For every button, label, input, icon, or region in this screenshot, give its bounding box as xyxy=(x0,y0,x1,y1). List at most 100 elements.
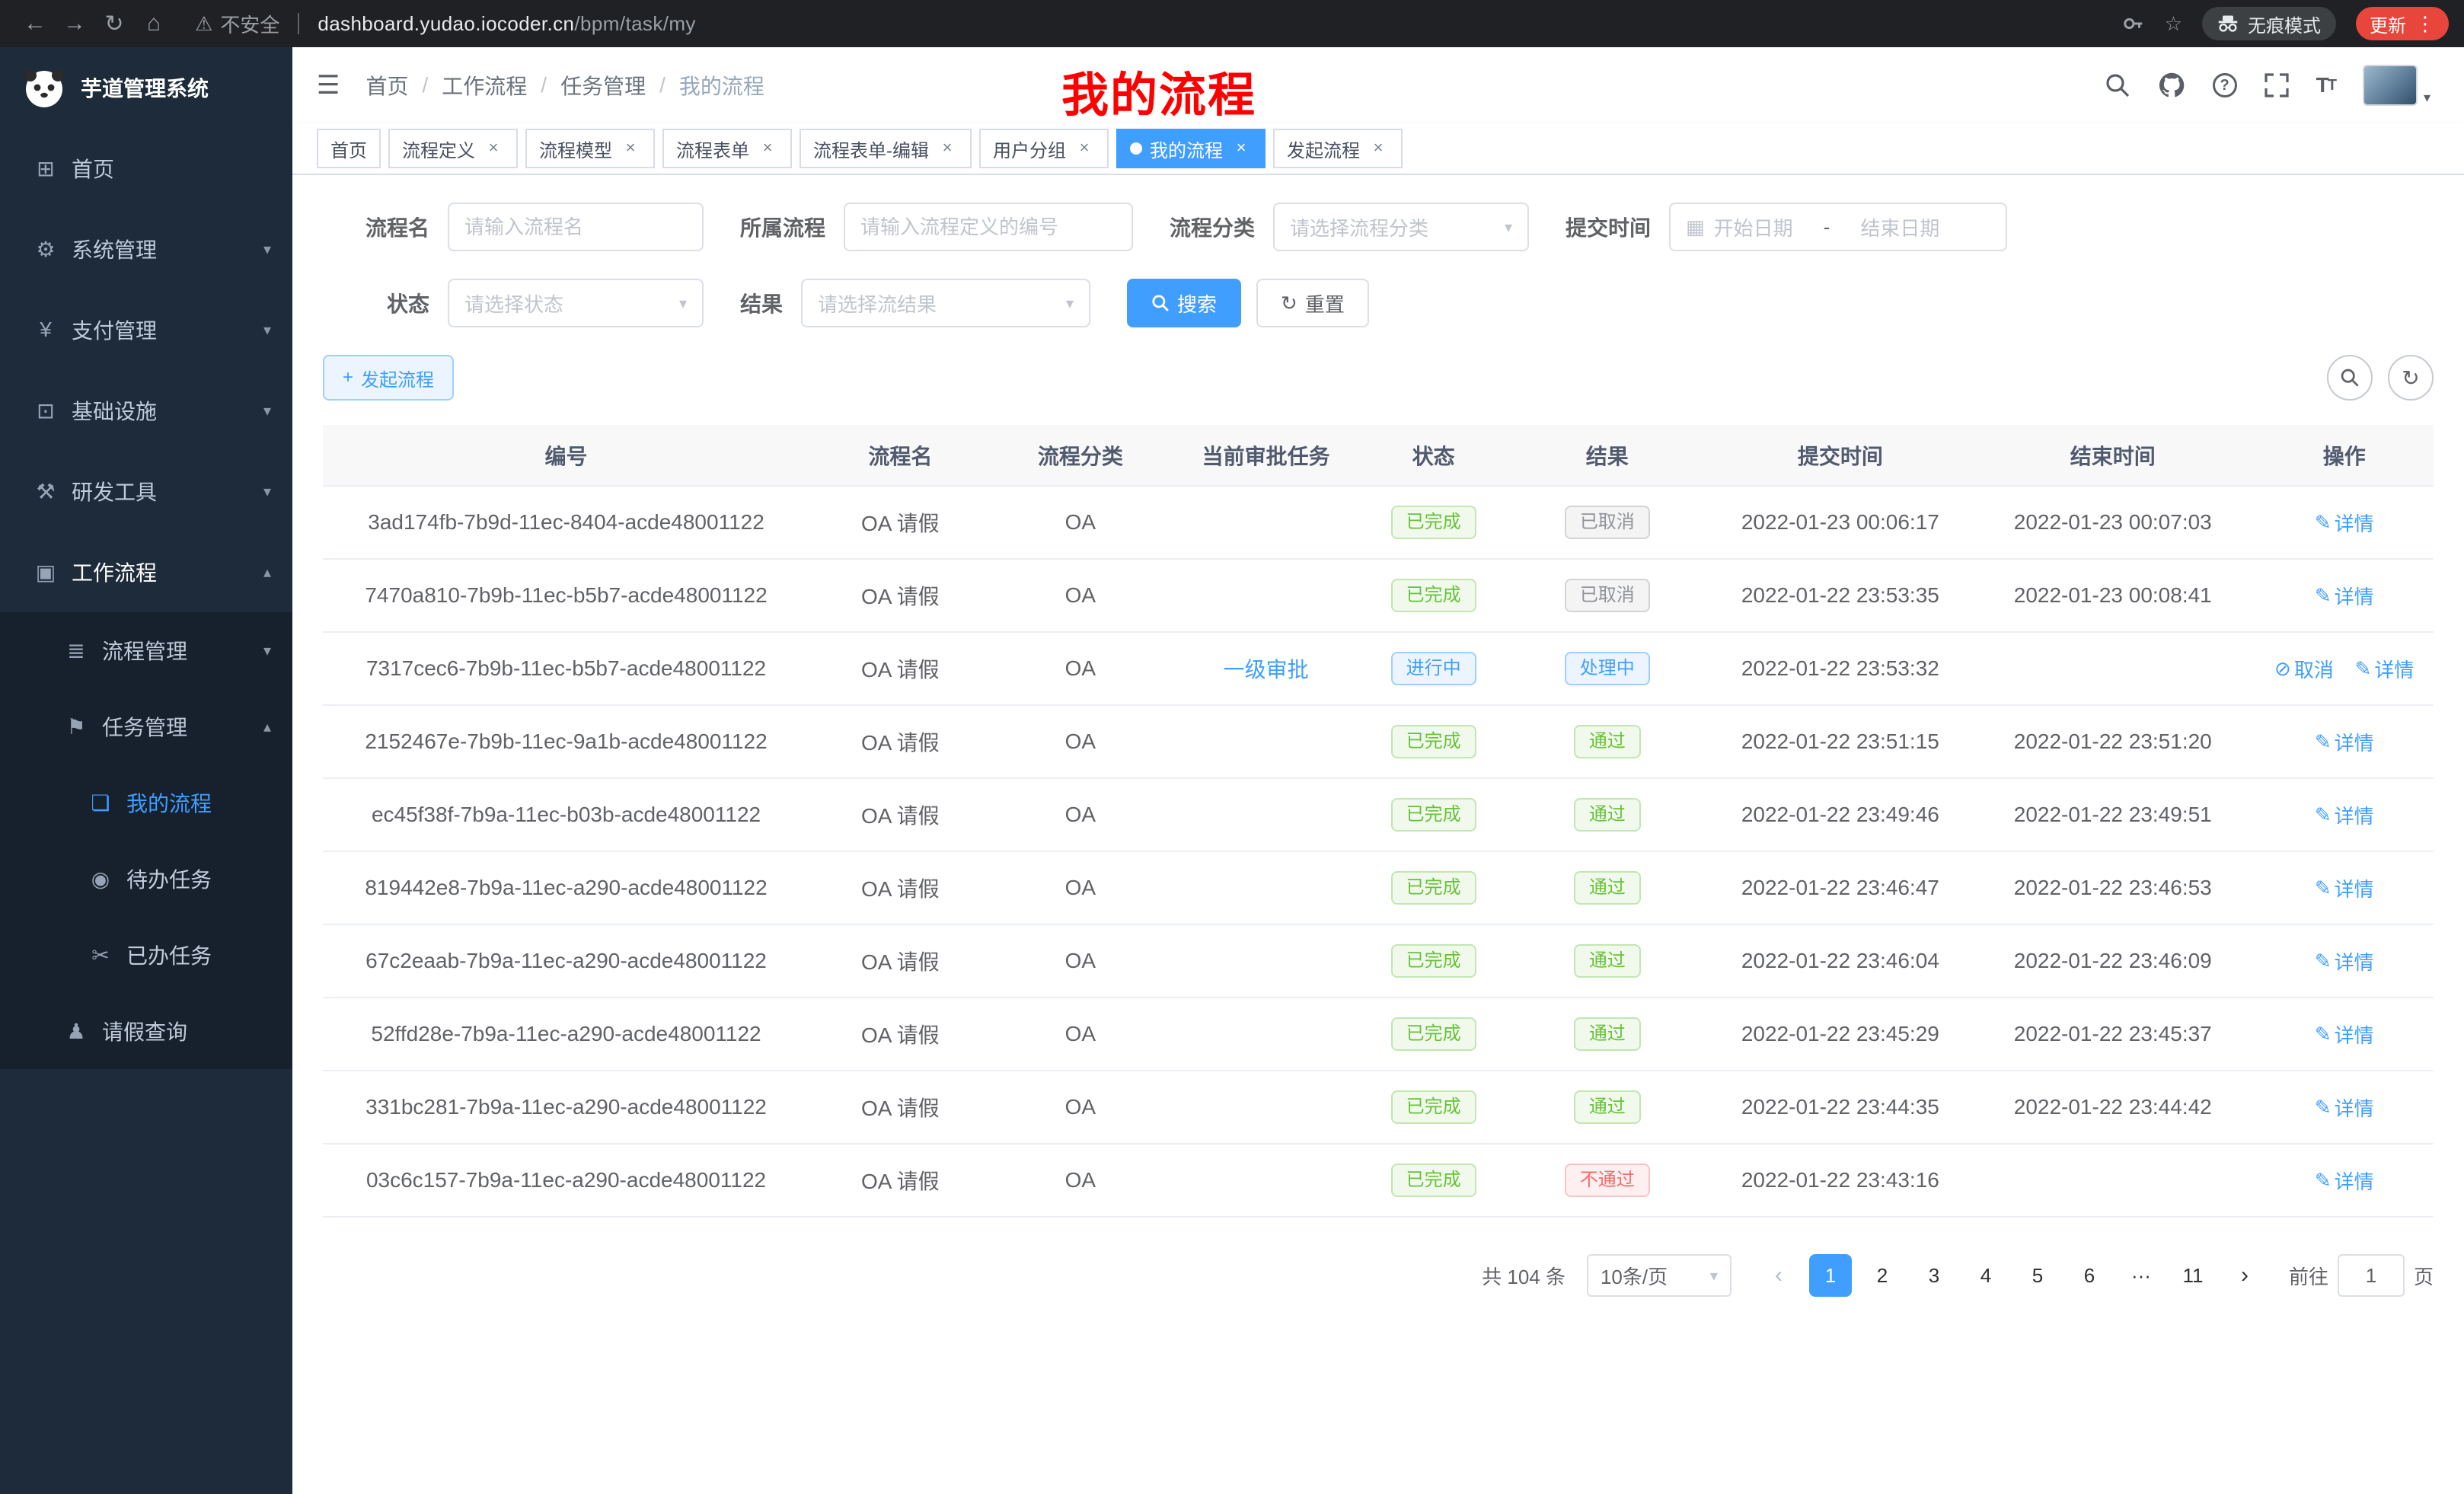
cell-end-time: 2022-01-22 23:46:09 xyxy=(1971,924,2255,998)
browser-reload-icon[interactable]: ↻ xyxy=(94,11,134,37)
breadcrumb-item[interactable]: 工作流程 xyxy=(442,70,527,101)
sidebar-item-home[interactable]: ⊞ 首页 xyxy=(0,128,292,209)
close-icon[interactable]: × xyxy=(757,138,778,159)
search-icon[interactable] xyxy=(2105,72,2130,98)
sidebar-item-payment[interactable]: ¥ 支付管理 ▾ xyxy=(0,289,292,370)
sidebar-item-done-tasks[interactable]: ✂ 已办任务 xyxy=(0,917,292,993)
page-button[interactable]: 3 xyxy=(1913,1254,1955,1297)
process-def-field[interactable] xyxy=(860,215,1116,239)
cell-category: OA xyxy=(991,559,1170,632)
table-row: 819442e8-7b9a-11ec-a290-acde48001122 OA … xyxy=(323,851,2434,924)
detail-link[interactable]: ✎详情 xyxy=(2315,874,2374,902)
cell-end-time: 2022-01-23 00:08:41 xyxy=(1971,559,2255,632)
github-icon[interactable] xyxy=(2158,72,2185,99)
page-size-select[interactable]: 10条/页 ▾ xyxy=(1587,1254,1732,1297)
result-select[interactable]: 请选择流结果 ▾ xyxy=(801,279,1090,327)
avatar[interactable] xyxy=(2363,65,2418,106)
tab-my-process[interactable]: 我的流程 × xyxy=(1116,129,1266,168)
sidebar-item-devtools[interactable]: ⚒ 研发工具 ▾ xyxy=(0,451,292,532)
detail-link[interactable]: ✎详情 xyxy=(2315,582,2374,610)
detail-link[interactable]: ✎详情 xyxy=(2315,509,2374,537)
chevron-down-icon: ▾ xyxy=(679,294,687,313)
tab-process-definition[interactable]: 流程定义 × xyxy=(388,129,518,168)
detail-link[interactable]: ✎详情 xyxy=(2315,947,2374,975)
cell-name: OA 请假 xyxy=(809,486,991,559)
toggle-search-button[interactable] xyxy=(2327,355,2373,401)
tab-process-form-edit[interactable]: 流程表单-编辑 × xyxy=(800,129,972,168)
close-icon[interactable]: × xyxy=(620,138,641,159)
detail-link[interactable]: ✎详情 xyxy=(2315,1167,2374,1195)
page-button[interactable]: 5 xyxy=(2016,1254,2059,1297)
process-def-input[interactable] xyxy=(844,203,1133,251)
submit-time-range-picker[interactable]: ▦ 开始日期 - 结束日期 xyxy=(1669,203,2007,251)
close-icon[interactable]: × xyxy=(1368,138,1389,159)
sidebar-item-process-management[interactable]: ≣ 流程管理 ▾ xyxy=(0,612,292,688)
goto-page-input[interactable] xyxy=(2338,1254,2405,1297)
page-button[interactable]: 4 xyxy=(1964,1254,2007,1297)
tab-home[interactable]: 首页 xyxy=(317,129,381,168)
security-indicator[interactable]: ⚠ 不安全 xyxy=(195,10,279,38)
detail-link[interactable]: ✎详情 xyxy=(2355,655,2415,683)
search-button[interactable]: 搜索 xyxy=(1127,279,1241,327)
tab-initiate-process[interactable]: 发起流程 × xyxy=(1273,129,1403,168)
col-header-category: 流程分类 xyxy=(991,425,1170,486)
password-key-icon[interactable] xyxy=(2122,12,2145,35)
address-bar[interactable]: dashboard.yudao.iocoder.cn/bpm/task/my xyxy=(318,12,696,36)
tab-user-group[interactable]: 用户分组 × xyxy=(979,129,1109,168)
detail-link[interactable]: ✎详情 xyxy=(2315,1020,2374,1049)
hamburger-icon[interactable]: ☰ xyxy=(317,70,340,101)
breadcrumb-item[interactable]: 首页 xyxy=(365,70,408,101)
close-icon[interactable]: × xyxy=(937,138,958,159)
breadcrumb-item[interactable]: 任务管理 xyxy=(560,70,646,101)
sidebar-item-infrastructure[interactable]: ⊡ 基础设施 ▾ xyxy=(0,370,292,451)
reset-button[interactable]: ↻ 重置 xyxy=(1256,279,1369,327)
current-task-link[interactable]: 一级审批 xyxy=(1224,658,1309,682)
detail-link[interactable]: ✎详情 xyxy=(2315,1093,2374,1122)
cancel-link[interactable]: ⊘取消 xyxy=(2274,655,2334,683)
browser-menu-icon[interactable]: ⋮ xyxy=(2415,12,2435,36)
category-placeholder: 请选择流程分类 xyxy=(1290,213,1428,241)
sidebar-item-system[interactable]: ⚙ 系统管理 ▾ xyxy=(0,209,292,289)
close-icon[interactable]: × xyxy=(483,138,504,159)
bookmark-star-icon[interactable]: ☆ xyxy=(2165,12,2182,36)
pagination: 共 104 条 10条/页 ▾ ‹ 1 2 3 4 5 6 ··· 11 › 前… xyxy=(323,1254,2434,1297)
tags-view-bar: 首页 流程定义 × 流程模型 × 流程表单 × 流程表单-编辑 × 用户分组 × xyxy=(292,123,2464,175)
detail-link[interactable]: ✎详情 xyxy=(2315,801,2374,829)
help-icon[interactable]: ? xyxy=(2213,73,2237,97)
page-button[interactable]: 11 xyxy=(2172,1254,2214,1297)
prev-page-button[interactable]: ‹ xyxy=(1757,1254,1800,1297)
result-label: 结果 xyxy=(740,288,801,318)
status-select[interactable]: 请选择状态 ▾ xyxy=(448,279,704,327)
page-button[interactable]: 6 xyxy=(2068,1254,2111,1297)
col-header-actions: 操作 xyxy=(2255,425,2434,486)
detail-link-label: 详情 xyxy=(2335,801,2374,829)
refresh-table-button[interactable]: ↻ xyxy=(2388,355,2434,401)
next-page-button[interactable]: › xyxy=(2223,1254,2266,1297)
close-icon[interactable]: × xyxy=(1074,138,1095,159)
sidebar-item-task-management[interactable]: ⚑ 任务管理 ▴ xyxy=(0,688,292,765)
page-button[interactable]: 1 xyxy=(1809,1254,1852,1297)
page-ellipsis[interactable]: ··· xyxy=(2120,1254,2162,1297)
sidebar-item-todo-tasks[interactable]: ◉ 待办任务 xyxy=(0,841,292,917)
process-name-input[interactable] xyxy=(448,203,704,251)
initiate-process-button[interactable]: + 发起流程 xyxy=(323,355,454,401)
tab-process-model[interactable]: 流程模型 × xyxy=(525,129,655,168)
browser-back-icon[interactable]: ← xyxy=(15,11,55,37)
sidebar-item-workflow[interactable]: ▣ 工作流程 ▴ xyxy=(0,532,292,612)
sidebar-item-my-process[interactable]: ❏ 我的流程 xyxy=(0,765,292,841)
tab-process-form[interactable]: 流程表单 × xyxy=(662,129,792,168)
close-icon[interactable]: × xyxy=(1230,138,1252,159)
fullscreen-icon[interactable] xyxy=(2265,73,2289,97)
font-size-icon[interactable]: TT xyxy=(2316,73,2335,97)
browser-home-icon[interactable]: ⌂ xyxy=(134,11,174,37)
detail-link[interactable]: ✎详情 xyxy=(2315,728,2374,756)
browser-update-button[interactable]: 更新 ⋮ xyxy=(2356,7,2449,40)
page-button[interactable]: 2 xyxy=(1861,1254,1904,1297)
browser-forward-icon[interactable]: → xyxy=(55,11,94,37)
breadcrumb: 首页 / 工作流程 / 任务管理 / 我的流程 xyxy=(365,70,764,101)
sidebar-item-leave-query[interactable]: ♟ 请假查询 xyxy=(0,993,292,1069)
category-select[interactable]: 请选择流程分类 ▾ xyxy=(1273,203,1529,251)
plus-icon: + xyxy=(343,367,353,388)
process-name-field[interactable] xyxy=(464,215,687,239)
user-menu[interactable]: ▾ xyxy=(2363,65,2430,106)
